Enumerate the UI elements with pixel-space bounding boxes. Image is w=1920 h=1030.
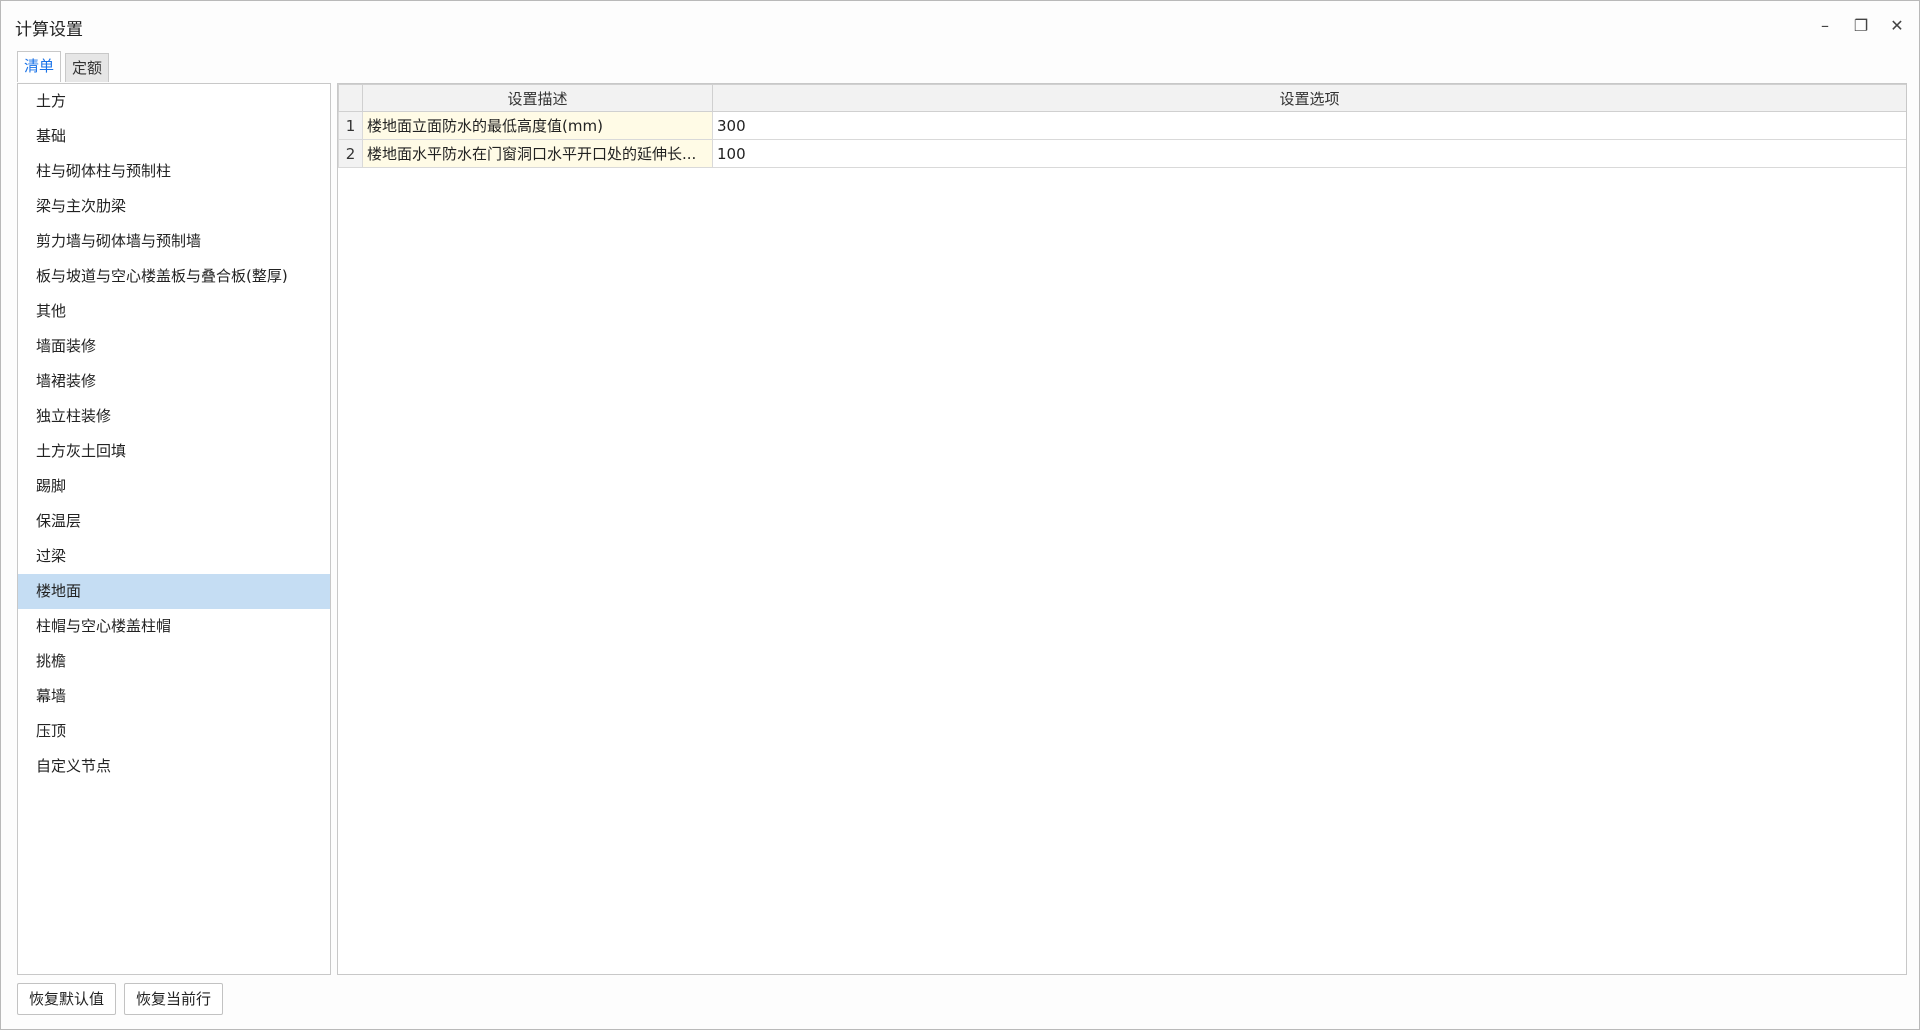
restore-current-row-button[interactable]: 恢复当前行 <box>124 983 224 1015</box>
row-number[interactable]: 1 <box>338 111 363 140</box>
grid-header-row: 设置描述 设置选项 <box>338 84 1906 112</box>
setting-option-value[interactable]: 100 <box>712 139 1906 168</box>
category-item[interactable]: 挑檐 <box>18 644 330 679</box>
category-item[interactable]: 板与坡道与空心楼盖板与叠合板(整厚) <box>18 259 330 294</box>
category-item[interactable]: 剪力墙与砌体墙与预制墙 <box>18 224 330 259</box>
category-list: 土方 基础 柱与砌体柱与预制柱 梁与主次肋梁 剪力墙与砌体墙与预制墙 板与坡道与… <box>17 83 331 975</box>
category-item[interactable]: 土方灰土回填 <box>18 434 330 469</box>
calc-settings-window: 计算设置 – ❐ ✕ 清单 定额 土方 基础 柱与砌体柱与预制柱 梁与主次肋梁 … <box>0 0 1920 1030</box>
restore-icon[interactable]: ❐ <box>1847 11 1875 39</box>
settings-grid: 设置描述 设置选项 1 楼地面立面防水的最低高度值(mm) 300 2 楼地面水… <box>338 84 1906 168</box>
category-item[interactable]: 基础 <box>18 119 330 154</box>
category-item-selected[interactable]: 楼地面 <box>18 574 330 609</box>
category-item[interactable]: 墙裙装修 <box>18 364 330 399</box>
setting-description[interactable]: 楼地面立面防水的最低高度值(mm) <box>362 111 713 140</box>
category-item[interactable]: 柱与砌体柱与预制柱 <box>18 154 330 189</box>
window-title: 计算设置 <box>15 20 83 40</box>
row-number[interactable]: 2 <box>338 139 363 168</box>
category-item[interactable]: 独立柱装修 <box>18 399 330 434</box>
category-item[interactable]: 梁与主次肋梁 <box>18 189 330 224</box>
category-item[interactable]: 柱帽与空心楼盖柱帽 <box>18 609 330 644</box>
tab-qingdan[interactable]: 清单 <box>17 51 62 82</box>
settings-grid-panel: 设置描述 设置选项 1 楼地面立面防水的最低高度值(mm) 300 2 楼地面水… <box>337 83 1907 975</box>
category-item[interactable]: 幕墙 <box>18 679 330 714</box>
setting-description[interactable]: 楼地面水平防水在门窗洞口水平开口处的延伸长... <box>362 139 713 168</box>
table-row[interactable]: 1 楼地面立面防水的最低高度值(mm) 300 <box>338 111 1906 140</box>
category-item[interactable]: 土方 <box>18 84 330 119</box>
category-item[interactable]: 过梁 <box>18 539 330 574</box>
bottom-button-bar: 恢复默认值 恢复当前行 <box>17 983 224 1015</box>
setting-option-value[interactable]: 300 <box>712 111 1906 140</box>
window-controls: – ❐ ✕ <box>1811 11 1911 39</box>
close-icon[interactable]: ✕ <box>1883 11 1911 39</box>
category-item[interactable]: 其他 <box>18 294 330 329</box>
grid-corner-header <box>338 84 363 112</box>
tab-bar: 清单 定额 <box>17 51 110 82</box>
column-header-option[interactable]: 设置选项 <box>712 84 1906 112</box>
category-item[interactable]: 踢脚 <box>18 469 330 504</box>
category-item[interactable]: 压顶 <box>18 714 330 749</box>
minimize-icon[interactable]: – <box>1811 11 1839 39</box>
table-row[interactable]: 2 楼地面水平防水在门窗洞口水平开口处的延伸长... 100 <box>338 139 1906 168</box>
category-item[interactable]: 墙面装修 <box>18 329 330 364</box>
column-header-description[interactable]: 设置描述 <box>362 84 713 112</box>
category-item[interactable]: 自定义节点 <box>18 749 330 784</box>
tab-dinge[interactable]: 定额 <box>65 53 110 82</box>
category-item[interactable]: 保温层 <box>18 504 330 539</box>
restore-default-button[interactable]: 恢复默认值 <box>17 983 117 1015</box>
